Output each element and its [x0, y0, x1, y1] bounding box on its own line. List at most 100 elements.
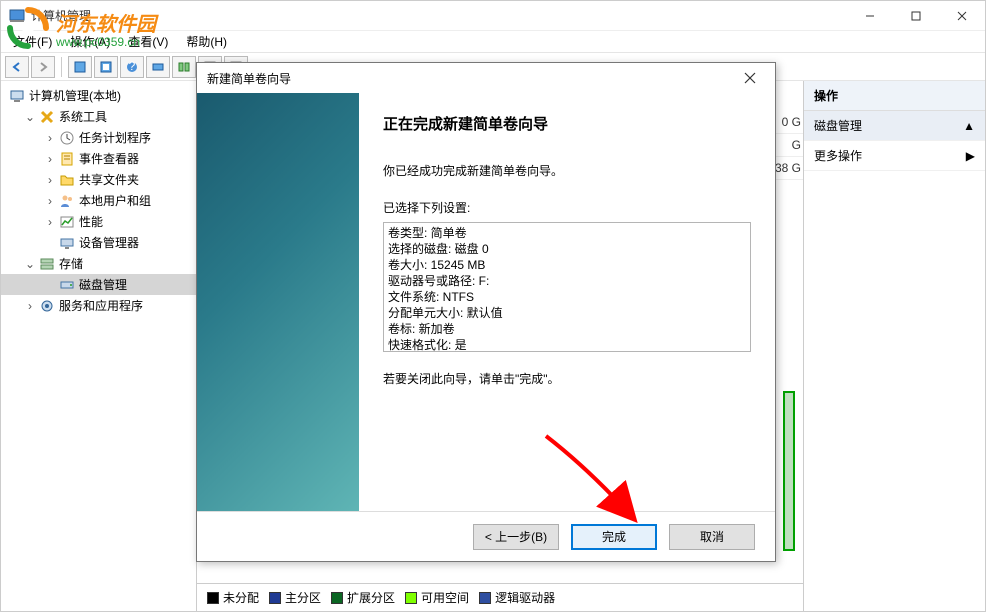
legend-unalloc-label: 未分配 — [223, 589, 259, 606]
expand-icon[interactable]: ⌄ — [25, 257, 35, 271]
back-button[interactable]: < 上一步(B) — [473, 524, 559, 550]
collapse-icon[interactable]: › — [45, 194, 55, 208]
collapse-icon[interactable]: › — [45, 152, 55, 166]
finish-button[interactable]: 完成 — [571, 524, 657, 550]
cancel-button[interactable]: 取消 — [669, 524, 755, 550]
tool-btn-4[interactable] — [172, 56, 196, 78]
tree-storage[interactable]: ⌄ 存储 — [1, 253, 196, 274]
tree-event-label: 事件查看器 — [79, 150, 139, 167]
legend-unalloc: 未分配 — [207, 589, 259, 606]
dialog-titlebar: 新建简单卷向导 — [197, 63, 775, 93]
dialog-main: 正在完成新建简单卷向导 你已经成功完成新建简单卷向导。 已选择下列设置: 卷类型… — [359, 93, 775, 511]
settings-row: 文件系统: NTFS — [388, 289, 746, 305]
tool-help-icon[interactable]: ? — [120, 56, 144, 78]
tree-devmgr[interactable]: 设备管理器 — [1, 232, 196, 253]
tree-systools-label: 系统工具 — [59, 108, 107, 125]
tree-services-label: 服务和应用程序 — [59, 297, 143, 314]
settings-row: 驱动器号或路径: F: — [388, 273, 746, 289]
tree-devmgr-label: 设备管理器 — [79, 234, 139, 251]
disk-icon — [59, 277, 75, 293]
watermark: 河东软件园 www.pc0359.cn — [6, 6, 156, 50]
collapse-icon[interactable]: › — [45, 173, 55, 187]
disk-graphic[interactable] — [783, 391, 795, 551]
actions-header: 操作 — [804, 81, 985, 111]
dialog-heading: 正在完成新建简单卷向导 — [383, 113, 751, 134]
window-controls — [847, 1, 985, 31]
legend-bar: 未分配 主分区 扩展分区 可用空间 逻辑驱动器 — [197, 583, 803, 611]
tree-shared[interactable]: › 共享文件夹 — [1, 169, 196, 190]
perf-icon — [59, 214, 75, 230]
tree-root[interactable]: 计算机管理(本地) — [1, 85, 196, 106]
folder-share-icon — [59, 172, 75, 188]
settings-row: 卷标: 新加卷 — [388, 321, 746, 337]
tool-back[interactable] — [5, 56, 29, 78]
tools-icon — [39, 109, 55, 125]
dialog-settings-list[interactable]: 卷类型: 简单卷选择的磁盘: 磁盘 0卷大小: 15245 MB驱动器号或路径:… — [383, 222, 751, 352]
tree-task-label: 任务计划程序 — [79, 129, 151, 146]
svg-text:?: ? — [129, 61, 136, 73]
tree-task[interactable]: › 任务计划程序 — [1, 127, 196, 148]
legend-logical-label: 逻辑驱动器 — [495, 589, 555, 606]
tree-users-label: 本地用户和组 — [79, 192, 151, 209]
task-icon — [59, 130, 75, 146]
actions-item-more[interactable]: 更多操作 ▶ — [804, 141, 985, 171]
wizard-dialog: 新建简单卷向导 正在完成新建简单卷向导 你已经成功完成新建简单卷向导。 已选择下… — [196, 62, 776, 562]
legend-extended-label: 扩展分区 — [347, 589, 395, 606]
tool-btn-3[interactable] — [146, 56, 170, 78]
tree-event[interactable]: › 事件查看器 — [1, 148, 196, 169]
dialog-body-text-2: 若要关闭此向导，请单击"完成"。 — [383, 370, 751, 387]
menu-help[interactable]: 帮助(H) — [178, 31, 235, 52]
dialog-body: 正在完成新建简单卷向导 你已经成功完成新建简单卷向导。 已选择下列设置: 卷类型… — [197, 93, 775, 511]
tree-disk[interactable]: 磁盘管理 — [1, 274, 196, 295]
services-icon — [39, 298, 55, 314]
tree-perf[interactable]: › 性能 — [1, 211, 196, 232]
settings-row: 快速格式化: 是 — [388, 337, 746, 352]
actions-item-disk[interactable]: 磁盘管理 ▲ — [804, 111, 985, 141]
dialog-settings-label: 已选择下列设置: — [383, 199, 751, 216]
swatch-extended — [331, 592, 343, 604]
dialog-close-button[interactable] — [735, 64, 765, 92]
tool-btn-1[interactable] — [68, 56, 92, 78]
settings-row: 选择的磁盘: 磁盘 0 — [388, 241, 746, 257]
storage-icon — [39, 256, 55, 272]
device-icon — [59, 235, 75, 251]
watermark-logo-icon — [6, 6, 50, 50]
users-icon — [59, 193, 75, 209]
tree-root-label: 计算机管理(本地) — [29, 87, 121, 104]
tool-btn-2[interactable] — [94, 56, 118, 78]
blank-toggle — [45, 236, 55, 250]
maximize-button[interactable] — [893, 1, 939, 31]
legend-primary: 主分区 — [269, 589, 321, 606]
close-button[interactable] — [939, 1, 985, 31]
toolbar-separator — [61, 57, 62, 77]
actions-item-disk-label: 磁盘管理 — [814, 117, 862, 134]
settings-row: 分配单元大小: 默认值 — [388, 305, 746, 321]
actions-item-more-label: 更多操作 — [814, 147, 862, 164]
tree-services[interactable]: › 服务和应用程序 — [1, 295, 196, 316]
dialog-title: 新建简单卷向导 — [207, 70, 291, 87]
tree-disk-label: 磁盘管理 — [79, 276, 127, 293]
legend-primary-label: 主分区 — [285, 589, 321, 606]
tool-forward[interactable] — [31, 56, 55, 78]
blank-toggle — [45, 278, 55, 292]
actions-panel: 操作 磁盘管理 ▲ 更多操作 ▶ — [803, 81, 985, 611]
watermark-text: 河东软件园 www.pc0359.cn — [56, 8, 156, 49]
event-icon — [59, 151, 75, 167]
collapse-icon[interactable]: › — [25, 299, 35, 313]
tree-systools[interactable]: ⌄ 系统工具 — [1, 106, 196, 127]
tree-storage-label: 存储 — [59, 255, 83, 272]
tree-shared-label: 共享文件夹 — [79, 171, 139, 188]
cancel-button-label: 取消 — [700, 528, 724, 545]
expand-icon[interactable]: ⌄ — [25, 110, 35, 124]
collapse-icon[interactable]: › — [45, 215, 55, 229]
swatch-primary — [269, 592, 281, 604]
tree-users[interactable]: › 本地用户和组 — [1, 190, 196, 211]
legend-free-label: 可用空间 — [421, 589, 469, 606]
close-icon — [744, 72, 756, 84]
collapse-icon[interactable]: › — [45, 131, 55, 145]
tree-panel: 计算机管理(本地) ⌄ 系统工具 › 任务计划程序 › 事件查看器 › 共享文件… — [1, 81, 197, 611]
settings-row: 卷类型: 简单卷 — [388, 225, 746, 241]
minimize-button[interactable] — [847, 1, 893, 31]
swatch-free — [405, 592, 417, 604]
chevron-right-icon: ▶ — [966, 149, 975, 163]
